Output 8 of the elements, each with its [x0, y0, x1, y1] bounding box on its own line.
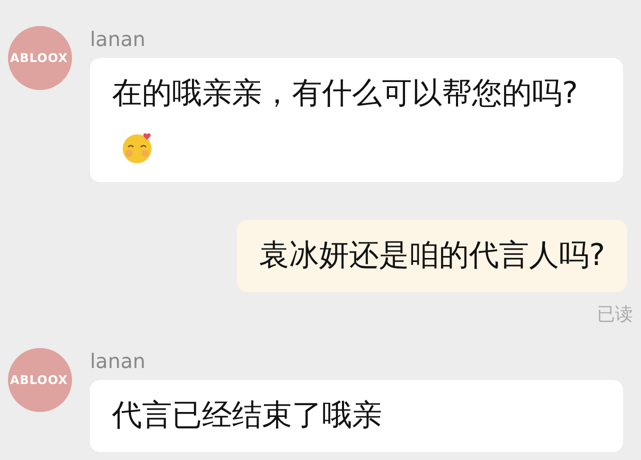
message-bubble: 袁冰妍还是咱的代言人吗?	[237, 220, 627, 292]
message-bubble: 在的哦亲亲，有什么可以帮您的吗?	[90, 58, 623, 182]
sender-name: lanan	[90, 348, 146, 374]
avatar[interactable]: ABLOOX	[8, 348, 72, 412]
sender-name: lanan	[90, 26, 146, 52]
message-bubble: 代言已经结束了哦亲	[90, 380, 623, 452]
avatar[interactable]: ABLOOX	[8, 26, 72, 90]
read-receipt: 已读	[597, 303, 633, 326]
